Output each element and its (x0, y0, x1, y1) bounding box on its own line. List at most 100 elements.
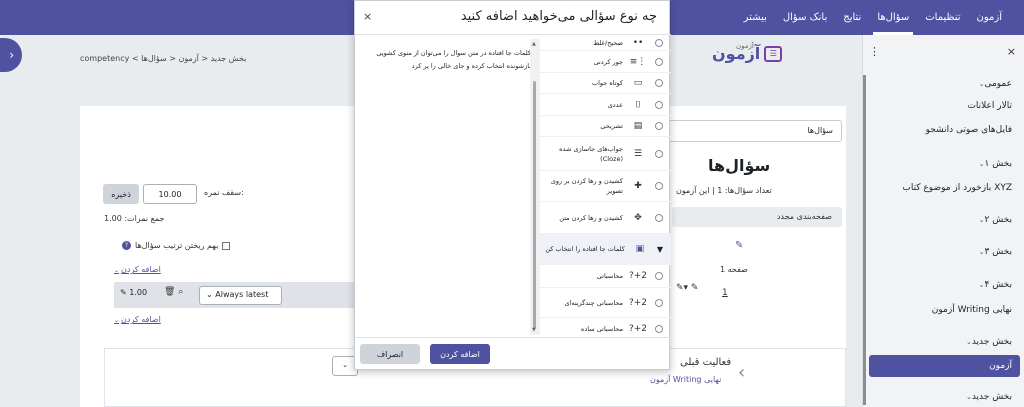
question-type-icon: •• (632, 37, 644, 48)
radio-button[interactable] (655, 57, 663, 66)
drawer-item-0[interactable]: ⌄عمومی (975, 79, 1012, 89)
trash-icon[interactable]: 🗑 (164, 287, 175, 297)
scrollbar-thumb[interactable] (533, 81, 536, 329)
drawer-item-5[interactable]: ⌄بخش ۲ (975, 215, 1012, 225)
version-select[interactable]: ⌄ Always latest (199, 286, 282, 305)
scroll-down-icon[interactable]: ▼ (532, 327, 536, 333)
question-type-option[interactable]: ⋮≡ جور کردنی (540, 51, 671, 73)
page-navigation-select[interactable]: سؤال‌ها (660, 120, 842, 142)
previous-activity-link[interactable]: آزمون Writing نهایی (650, 375, 721, 384)
drawer-item-7[interactable]: ⌄بخش ۴ (975, 280, 1012, 290)
drawer-item-label: فایل‌های صوتی دانشجو (925, 125, 1012, 135)
drawer-scrollbar[interactable] (863, 75, 866, 405)
radio-button[interactable] (655, 213, 663, 222)
close-icon[interactable]: × (1007, 45, 1016, 58)
shuffle-questions[interactable]: ? بهم ریختن ترتیب سؤال‌ها (122, 241, 231, 250)
question-type-label: صحیح/غلط (593, 38, 623, 47)
radio-button[interactable] (655, 100, 663, 109)
modal-title: چه نوع سؤالی می‌خواهید اضافه کنید (460, 9, 657, 24)
breadcrumb-item[interactable]: سؤال‌ها (141, 54, 167, 63)
question-type-option[interactable]: ▭ کوتاه جواب (540, 73, 671, 94)
drawer-item-10[interactable]: آزمون (869, 355, 1020, 377)
question-type-option[interactable]: 2+? محاسباتی (540, 265, 671, 288)
slot-tools[interactable]: ✎▾ ✎ (676, 283, 698, 293)
pencil-icon: ✎ (120, 288, 127, 297)
drawer-item-label: آزمون Writing نهایی (931, 305, 1012, 315)
selected-indicator-icon[interactable]: ▼ (657, 245, 663, 254)
scroll-up-icon[interactable]: ▲ (532, 41, 536, 47)
edit-pencil-icon[interactable]: ✎ (735, 240, 743, 251)
drawer-item-label: بخش ۲ (984, 215, 1013, 225)
nav-item-2[interactable]: سؤال‌ها (869, 0, 917, 35)
question-type-option[interactable]: •• صحیح/غلط (540, 35, 671, 51)
radio-button[interactable] (655, 298, 663, 307)
question-type-label: کوتاه جواب (591, 79, 623, 87)
question-type-option[interactable]: ✥ کشیدن و رها کردن متن (540, 202, 671, 234)
add-menu-link-bottom[interactable]: ⌄ اضافه کردن (114, 315, 161, 324)
close-icon[interactable]: × (363, 10, 372, 23)
drawer-item-3[interactable]: ⌄بخش ۱ (975, 159, 1012, 169)
cancel-button[interactable]: انصراف (360, 344, 420, 364)
radio-button[interactable] (655, 79, 663, 87)
drawer-item-6[interactable]: ⌄بخش ۳ (975, 247, 1012, 257)
nav-item-5[interactable]: بیشتر (736, 0, 775, 35)
site-logo[interactable]: آزمون آزمون ☰ (712, 42, 783, 63)
question-type-option[interactable]: ▤ تشریحی (540, 116, 671, 137)
chevron-down-icon: ⌄ (206, 290, 213, 299)
question-type-option[interactable]: ▼ ▣ کلمات جا افتاده را انتخاب کن (540, 234, 671, 265)
question-type-label: محاسباتی چندگزینه‌ای (564, 298, 623, 307)
question-type-label: کشیدن و رها کردن بر روی تصویر (550, 177, 623, 195)
question-type-label: محاسباتی ساده (580, 325, 623, 333)
question-type-label: جور کردنی (593, 57, 623, 66)
nav-item-4[interactable]: بانک سؤال (775, 0, 835, 35)
drawer-item-label: بخش ۳ (984, 247, 1013, 257)
drawer-item-2[interactable]: فایل‌های صوتی دانشجو (926, 125, 1012, 135)
radio-button[interactable] (655, 325, 663, 333)
question-type-option[interactable]: ✚ کشیدن و رها کردن بر روی تصویر (540, 171, 671, 202)
question-type-icon: ⌷ (635, 99, 641, 110)
question-type-icon: ⋮≡ (629, 56, 647, 67)
question-type-option[interactable]: 2+? محاسباتی ساده (540, 318, 671, 337)
drawer-item-1[interactable]: تالار اعلانات (967, 101, 1012, 111)
radio-button[interactable] (655, 149, 663, 158)
radio-button[interactable] (655, 38, 663, 47)
breadcrumb-separator: < (166, 54, 179, 63)
radio-button[interactable] (655, 182, 663, 190)
shuffle-checkbox[interactable] (222, 241, 231, 250)
nav-item-0[interactable]: آزمون (969, 0, 1010, 35)
chevron-left-icon[interactable]: ‹ (738, 362, 745, 383)
breadcrumb-item[interactable]: آزمون (178, 54, 198, 63)
slot-grade[interactable]: ✎ 1.00 (120, 288, 147, 297)
previous-activity-title[interactable]: فعالیت قبلی (680, 357, 731, 368)
help-icon[interactable]: ? (122, 241, 131, 250)
question-type-icon: ✥ (634, 212, 642, 223)
drawer-item-11[interactable]: ⌄بخش جدید (962, 392, 1012, 402)
question-type-option[interactable]: ⌷ عددی (540, 94, 671, 116)
slot-actions[interactable]: 🗑 ⌕ (164, 287, 183, 297)
radio-button[interactable] (655, 122, 663, 130)
question-list-scrollbar[interactable]: ▲ ▼ (530, 39, 540, 335)
add-menu-link[interactable]: ⌄ اضافه کردن (114, 265, 161, 274)
nav-item-3[interactable]: نتایج (835, 0, 869, 35)
breadcrumb-item[interactable]: competency (80, 54, 129, 63)
drawer-item-8[interactable]: آزمون Writing نهایی (932, 305, 1012, 315)
question-type-option[interactable]: 2+? محاسباتی چندگزینه‌ای (540, 288, 671, 318)
repaginate-button[interactable]: صفحه‌بندی مجدد (672, 207, 842, 227)
add-button[interactable]: اضافه کردن (430, 344, 490, 364)
breadcrumb-item[interactable]: بخش جدید (211, 54, 247, 63)
block-drawer-toggle[interactable]: › (0, 38, 22, 72)
preview-icon[interactable]: ⌕ (178, 287, 183, 297)
question-type-option[interactable]: ☰ جواب‌های جاسازی شده (Cloze) (540, 137, 671, 171)
more-options-icon[interactable]: ⋮ (869, 45, 880, 58)
question-type-icon: 2+? (628, 297, 647, 308)
drawer-item-4[interactable]: بازخورد از موضوع کتاب XYZ (902, 183, 1012, 193)
chevron-down-icon: ⌄ (114, 267, 120, 274)
max-grade-input[interactable]: 10.00 (143, 184, 197, 204)
nav-item-1[interactable]: تنظیمات (917, 0, 968, 35)
drawer-item-label: عمومی (984, 79, 1012, 89)
question-type-label: جواب‌های جاسازی شده (Cloze) (559, 144, 623, 163)
question-type-icon: 2+? (628, 324, 647, 334)
radio-button[interactable] (655, 272, 663, 280)
save-button[interactable]: ذخیره (103, 184, 139, 204)
drawer-item-9[interactable]: ⌄بخش جدید (962, 337, 1012, 347)
